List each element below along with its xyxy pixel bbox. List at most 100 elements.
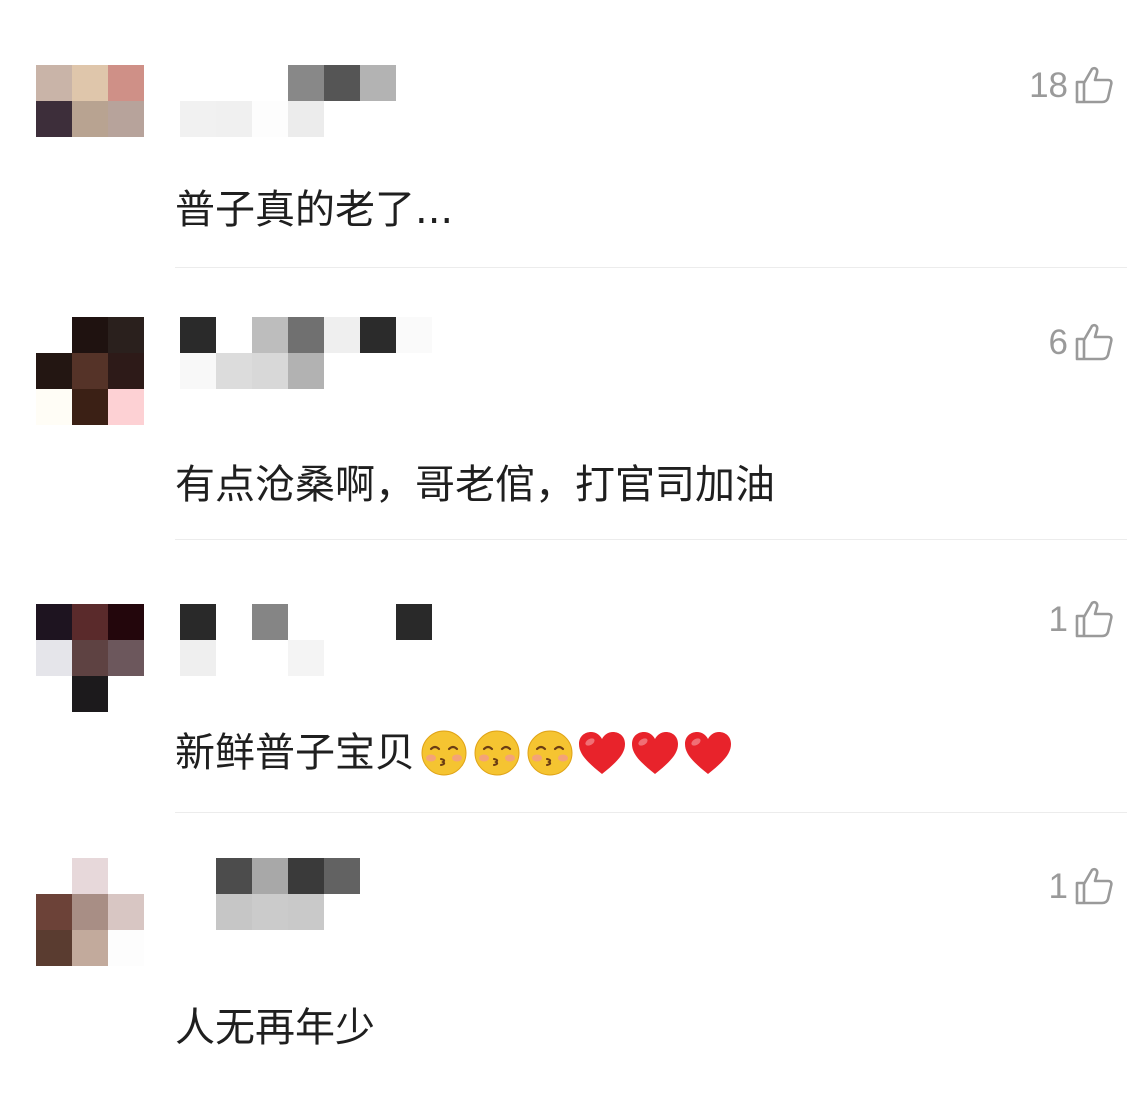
username-mosaic-pixel — [252, 640, 288, 676]
comment-text-content: 新鲜普子宝贝 — [175, 730, 415, 776]
thumbs-up-icon — [1074, 866, 1114, 906]
comment-text: 人无再年少 — [175, 1008, 375, 1048]
avatar-mosaic-pixel — [36, 65, 72, 101]
username-mosaic-pixel — [288, 604, 324, 640]
username-mosaic-pixel — [396, 640, 432, 676]
avatar-mosaic-pixel — [72, 640, 108, 676]
username-mosaic-pixel — [288, 353, 324, 389]
avatar-mosaic-pixel — [72, 317, 108, 353]
kissing-face-emoji-icon — [468, 729, 521, 777]
username-mosaic-pixel — [216, 65, 252, 101]
username-mosaic-pixel — [360, 317, 396, 353]
avatar-mosaic-pixel — [108, 930, 144, 966]
username-mosaic-pixel — [324, 894, 360, 930]
like-button[interactable]: 18 — [1029, 65, 1114, 105]
avatar-mosaic-pixel — [72, 101, 108, 137]
username-mosaic-pixel — [252, 353, 288, 389]
username-mosaic-pixel — [252, 858, 288, 894]
avatar-mosaic-pixel — [72, 858, 108, 894]
comment-item: 18 普子真的老了... — [0, 65, 1147, 315]
username-mosaic-pixel — [180, 894, 216, 930]
avatar-mosaic-pixel — [72, 65, 108, 101]
avatar-mosaic-pixel — [108, 894, 144, 930]
avatar-mosaic-pixel — [108, 604, 144, 640]
red-heart-emoji-icon — [574, 730, 627, 776]
like-count: 1 — [1048, 866, 1068, 906]
username-mosaic-pixel — [360, 101, 396, 137]
comment-text-content: 人无再年少 — [175, 1005, 375, 1051]
like-button[interactable]: 6 — [1049, 322, 1114, 362]
username-mosaic-pixel — [252, 894, 288, 930]
username-mosaic-pixel — [288, 894, 324, 930]
username-mosaic-pixel — [396, 604, 432, 640]
avatar-mosaic-pixel — [72, 389, 108, 425]
avatar-mosaic-pixel — [108, 65, 144, 101]
avatar-mosaic-pixel — [108, 317, 144, 353]
username-mosaic-pixel — [396, 317, 432, 353]
username-mosaic-pixel — [288, 640, 324, 676]
avatar-mosaic-pixel — [72, 353, 108, 389]
username-mosaic-pixel — [180, 101, 216, 137]
username-mosaic-pixel — [288, 858, 324, 894]
comment-item: 6 有点沧桑啊，哥老倌，打官司加油 — [0, 317, 1147, 567]
username-mosaic-pixel — [180, 858, 216, 894]
red-heart-emoji-icon — [680, 730, 733, 776]
avatar-mosaic-pixel — [36, 640, 72, 676]
avatar-mosaic-pixel — [36, 389, 72, 425]
avatar-mosaic-pixel — [36, 858, 72, 894]
comment-item: 1 新鲜普子宝贝 — [0, 600, 1147, 854]
like-count: 1 — [1048, 599, 1068, 639]
like-count: 6 — [1048, 322, 1068, 362]
avatar-mosaic-pixel — [36, 676, 72, 712]
thumbs-up-icon — [1074, 599, 1114, 639]
username-mosaic-pixel — [288, 65, 324, 101]
username-mosaic-pixel — [360, 640, 396, 676]
avatar-mosaic-pixel — [36, 353, 72, 389]
avatar-mosaic-pixel — [36, 930, 72, 966]
username-mosaic-pixel — [252, 317, 288, 353]
username-mosaic-pixel — [288, 317, 324, 353]
avatar-mosaic-pixel — [36, 101, 72, 137]
comment-text: 有点沧桑啊，哥老倌，打官司加油 — [175, 465, 775, 505]
avatar-mosaic-pixel — [108, 353, 144, 389]
username-mosaic-pixel — [396, 353, 432, 389]
username-mosaic-pixel — [252, 65, 288, 101]
username-mosaic-pixel — [216, 353, 252, 389]
username-mosaic-pixel — [324, 101, 360, 137]
username-mosaic-pixel — [324, 640, 360, 676]
like-button[interactable]: 1 — [1049, 866, 1114, 906]
username-mosaic-pixel — [180, 65, 216, 101]
username-mosaic-pixel — [252, 101, 288, 137]
username-mosaic-pixel — [324, 604, 360, 640]
username-mosaic-pixel — [216, 858, 252, 894]
comment-text: 新鲜普子宝贝 — [175, 729, 733, 777]
avatar-mosaic-pixel — [36, 317, 72, 353]
avatar-mosaic-pixel — [108, 858, 144, 894]
avatar-mosaic-pixel — [36, 894, 72, 930]
avatar-mosaic-pixel — [108, 389, 144, 425]
kissing-face-emoji-icon — [415, 729, 468, 777]
username-mosaic-pixel — [360, 65, 396, 101]
username-mosaic-pixel — [216, 894, 252, 930]
like-count: 18 — [1029, 65, 1068, 105]
like-button[interactable]: 1 — [1049, 599, 1114, 639]
comment-item: 1 人无再年少 — [0, 858, 1147, 1108]
username-mosaic-pixel — [180, 353, 216, 389]
username-mosaic-pixel — [180, 640, 216, 676]
username-mosaic-pixel — [324, 65, 360, 101]
comment-text-content: 普子真的老了... — [175, 187, 454, 233]
thumbs-up-icon — [1074, 322, 1114, 362]
avatar-mosaic-pixel — [72, 894, 108, 930]
avatar-mosaic-pixel — [108, 640, 144, 676]
username-mosaic-pixel — [216, 101, 252, 137]
divider — [175, 539, 1127, 540]
kissing-face-emoji-icon — [521, 729, 574, 777]
username-mosaic-pixel — [180, 317, 216, 353]
divider — [175, 267, 1127, 268]
username-mosaic-pixel — [180, 604, 216, 640]
avatar-mosaic-pixel — [72, 676, 108, 712]
comment-text: 普子真的老了... — [175, 190, 453, 230]
avatar-mosaic-pixel — [108, 676, 144, 712]
username-mosaic-pixel — [324, 317, 360, 353]
comment-text-content: 有点沧桑啊，哥老倌，打官司加油 — [175, 462, 775, 508]
